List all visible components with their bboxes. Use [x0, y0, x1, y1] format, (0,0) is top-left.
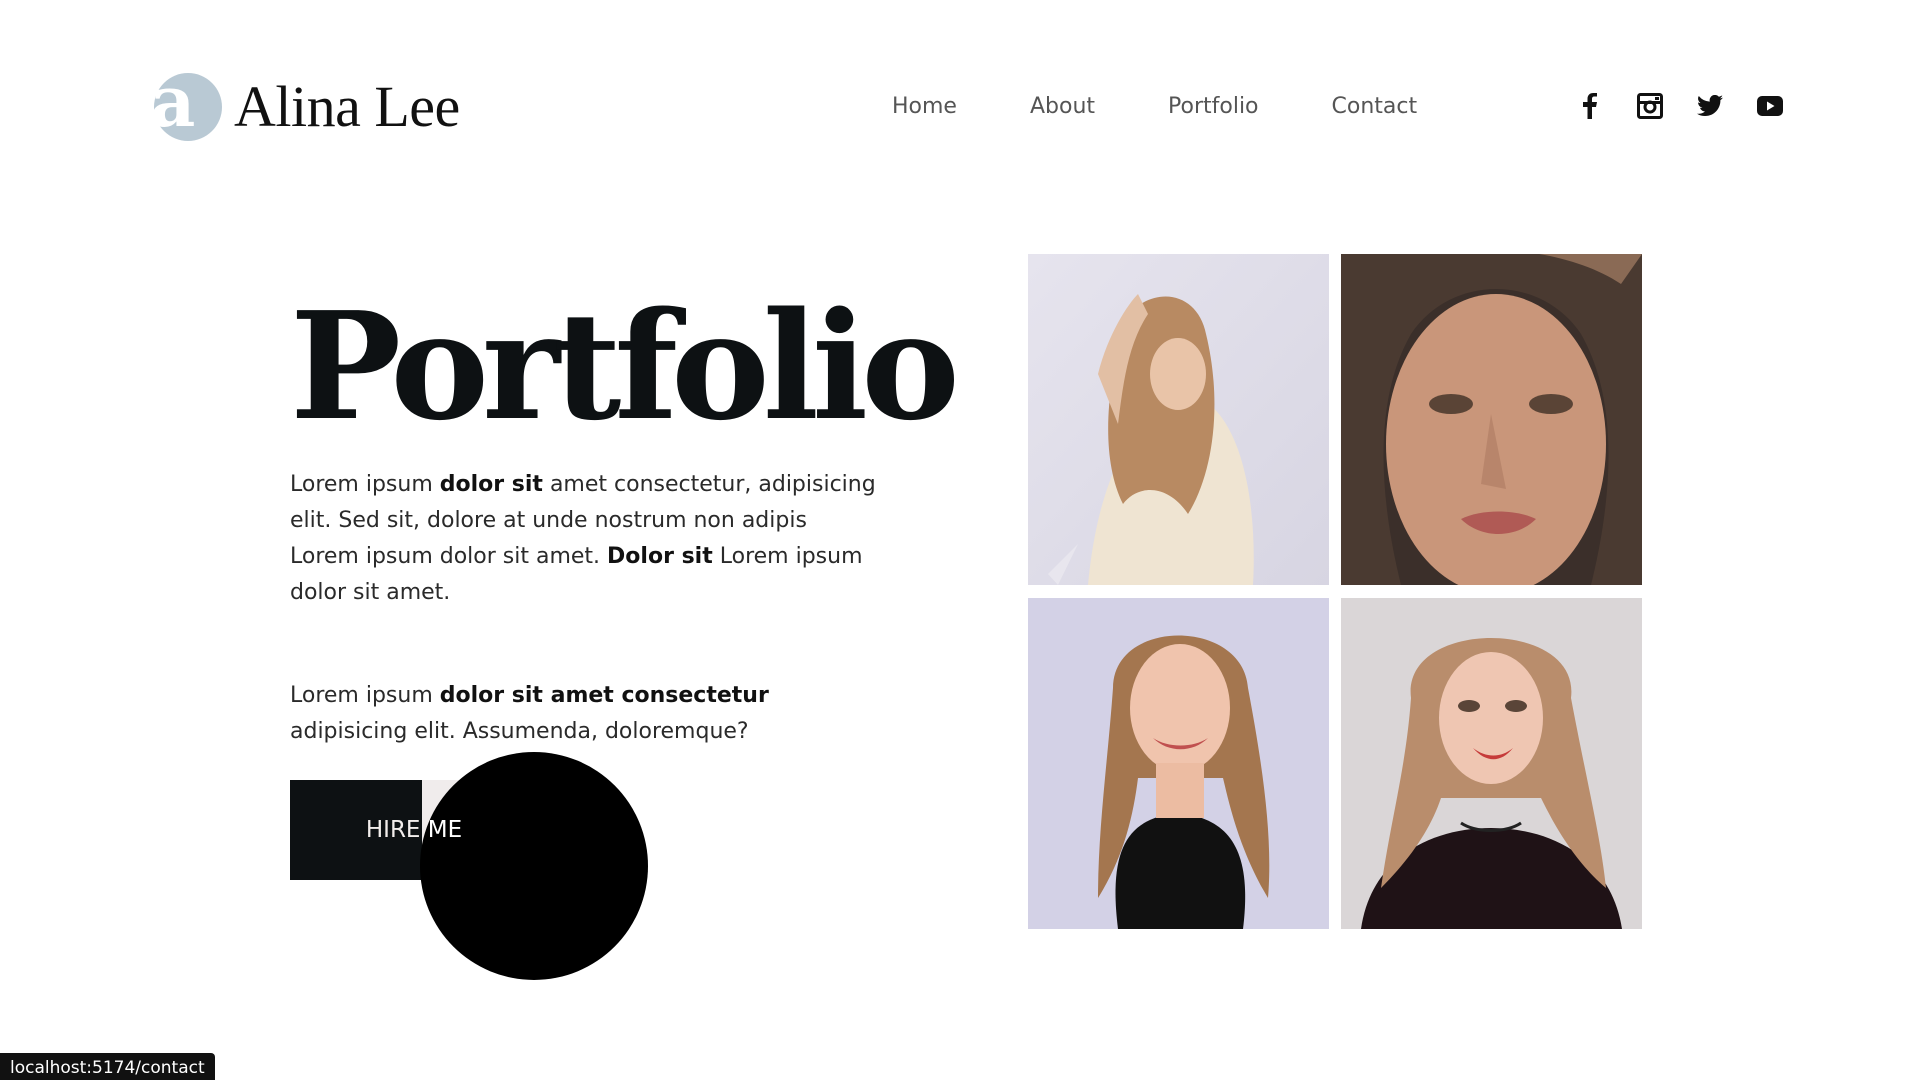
bold-text: Dolor sit — [607, 544, 713, 569]
portfolio-gallery — [1028, 254, 1642, 930]
nav-about[interactable]: About — [1030, 92, 1095, 122]
portfolio-photo-4[interactable] — [1341, 598, 1642, 929]
brand-name: Alina Lee — [234, 74, 460, 139]
logo-letter: a — [150, 60, 196, 143]
text-run: adipisicing elit. Assumenda, doloremque? — [290, 719, 749, 744]
text-run: Lorem ipsum — [290, 472, 440, 497]
site-logo[interactable]: a Alina Lee — [150, 67, 460, 142]
facebook-icon[interactable] — [1576, 92, 1604, 120]
youtube-icon[interactable] — [1756, 92, 1784, 120]
portfolio-photo-1[interactable] — [1028, 254, 1329, 585]
twitter-icon[interactable] — [1696, 92, 1724, 120]
page-title: Portfolio — [290, 279, 960, 453]
bold-text: dolor sit — [439, 472, 543, 497]
text-run: Lorem ipsum — [290, 683, 440, 708]
nav-home[interactable]: Home — [892, 92, 957, 122]
portfolio-photo-3[interactable] — [1028, 598, 1329, 929]
main-nav: Home About Portfolio Contact — [892, 92, 1417, 122]
hire-me-label: HIRE ME — [365, 817, 463, 843]
browser-status-url: localhost:5174/contact — [0, 1053, 215, 1080]
intro-paragraph: Lorem ipsum dolor sit amet consectetur, … — [290, 467, 880, 611]
nav-contact[interactable]: Contact — [1332, 92, 1418, 122]
social-links — [1576, 92, 1784, 120]
portfolio-photo-2[interactable] — [1341, 254, 1642, 585]
bold-text: dolor sit amet consectetur — [439, 683, 769, 708]
secondary-paragraph: Lorem ipsum dolor sit amet consectetur a… — [290, 678, 880, 750]
instagram-icon[interactable] — [1636, 92, 1664, 120]
nav-portfolio[interactable]: Portfolio — [1168, 92, 1259, 122]
hire-me-button[interactable]: HIRE ME — [290, 780, 538, 880]
logo-mark: a — [150, 67, 222, 141]
